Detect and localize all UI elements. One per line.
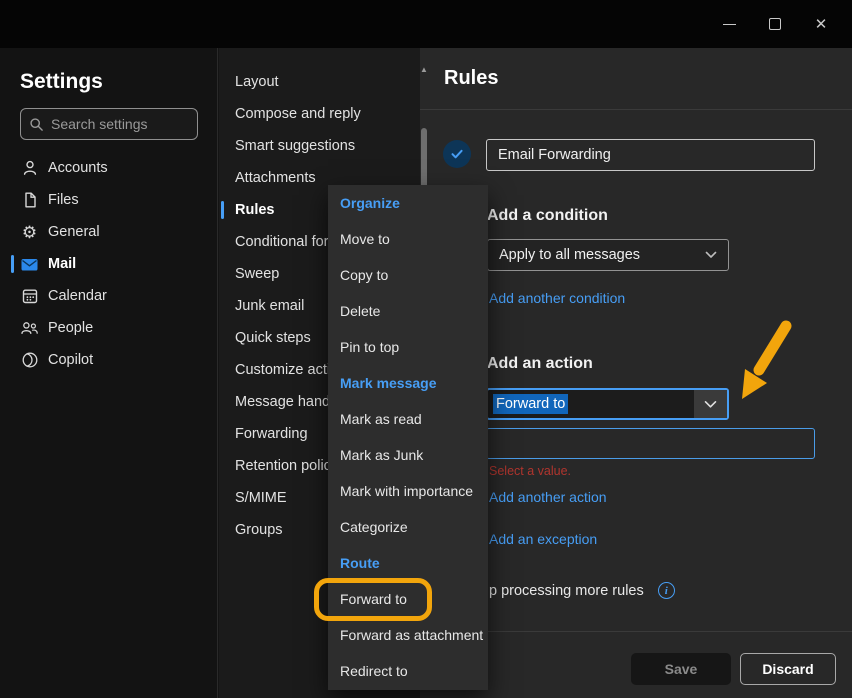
nav-item-smart-suggestions[interactable]: Smart suggestions — [219, 130, 420, 162]
menu-item-move-to[interactable]: Move to — [328, 221, 488, 257]
close-button[interactable]: ✕ — [798, 0, 844, 48]
sidebar-item-calendar[interactable]: Calendar — [0, 280, 218, 312]
menu-item-mark-as-read[interactable]: Mark as read — [328, 401, 488, 437]
sidebar-item-label: Calendar — [48, 288, 107, 304]
stop-processing-label: p processing more rules — [489, 583, 644, 599]
condition-select[interactable]: Apply to all messages — [487, 239, 729, 271]
search-icon — [29, 117, 44, 132]
sidebar-item-label: People — [48, 320, 93, 336]
action-heading: Add an action — [487, 355, 593, 373]
menu-item-pin-to-top[interactable]: Pin to top — [328, 329, 488, 365]
search-settings-box[interactable] — [20, 108, 198, 140]
condition-heading: Add a condition — [487, 207, 608, 225]
menu-item-forward-to[interactable]: Forward to — [328, 581, 488, 617]
rule-name-input[interactable] — [486, 139, 815, 171]
sidebar-item-label: Files — [48, 192, 79, 208]
sidebar-item-label: Accounts — [48, 160, 108, 176]
add-an-exception-link[interactable]: Add an exception — [489, 531, 597, 547]
info-icon[interactable]: i — [658, 582, 675, 599]
maximize-button[interactable] — [752, 0, 798, 48]
sidebar-item-files[interactable]: Files — [0, 184, 218, 216]
forward-to-value-input[interactable] — [486, 428, 815, 459]
settings-window: ✕ Settings Accounts Files ⚙ General — [0, 0, 852, 698]
condition-select-value: Apply to all messages — [499, 247, 640, 263]
sidebar-item-general[interactable]: ⚙ General — [0, 216, 218, 248]
calendar-icon — [20, 287, 39, 306]
sidebar-item-label: General — [48, 224, 100, 240]
sidebar-item-label: Copilot — [48, 352, 93, 368]
rule-enabled-toggle[interactable] — [443, 140, 471, 168]
nav-item-layout[interactable]: Layout — [219, 66, 420, 98]
titlebar: ✕ — [0, 0, 852, 48]
rules-title: Rules — [444, 67, 498, 90]
sidebar-item-copilot[interactable]: Copilot — [0, 344, 218, 376]
sidebar-item-mail[interactable]: Mail — [0, 248, 218, 280]
action-dropdown-menu: Organize Move to Copy to Delete Pin to t… — [328, 185, 488, 690]
people-icon — [20, 319, 39, 338]
minimize-button[interactable] — [706, 0, 752, 48]
close-icon: ✕ — [815, 15, 828, 33]
file-icon — [20, 191, 39, 210]
action-select-value: Forward to — [493, 394, 568, 414]
add-another-action-link[interactable]: Add another action — [489, 489, 607, 505]
action-select[interactable]: Forward to — [486, 388, 729, 420]
discard-button[interactable]: Discard — [740, 653, 836, 685]
nav-item-compose-and-reply[interactable]: Compose and reply — [219, 98, 420, 130]
validation-error: Select a value. — [489, 464, 571, 478]
menu-item-redirect-to[interactable]: Redirect to — [328, 653, 488, 689]
action-select-dropdown-button[interactable] — [694, 390, 727, 418]
menu-item-mark-with-importance[interactable]: Mark with importance — [328, 473, 488, 509]
minimize-icon — [723, 24, 736, 25]
menu-header-route: Route — [328, 545, 488, 581]
mail-icon — [20, 255, 39, 274]
menu-item-categorize[interactable]: Categorize — [328, 509, 488, 545]
check-icon — [449, 146, 465, 162]
maximize-icon — [769, 18, 781, 30]
menu-item-copy-to[interactable]: Copy to — [328, 257, 488, 293]
scroll-up-icon[interactable]: ▲ — [419, 66, 429, 74]
person-icon — [20, 159, 39, 178]
menu-header-mark-message: Mark message — [328, 365, 488, 401]
menu-header-organize: Organize — [328, 185, 488, 221]
chevron-down-icon — [705, 251, 717, 259]
menu-item-delete[interactable]: Delete — [328, 293, 488, 329]
rules-panel-header: Rules — [420, 48, 852, 110]
copilot-icon — [20, 351, 39, 370]
sidebar-item-people[interactable]: People — [0, 312, 218, 344]
page-title: Settings — [20, 70, 217, 94]
menu-item-mark-as-junk[interactable]: Mark as Junk — [328, 437, 488, 473]
search-input[interactable] — [51, 116, 189, 132]
sidebar-item-label: Mail — [48, 256, 76, 272]
chevron-down-icon — [704, 400, 717, 409]
menu-item-forward-as-attachment[interactable]: Forward as attachment — [328, 617, 488, 653]
sidebar-item-accounts[interactable]: Accounts — [0, 152, 218, 184]
save-button[interactable]: Save — [631, 653, 731, 685]
add-another-condition-link[interactable]: Add another condition — [489, 290, 625, 306]
settings-sidebar: Settings Accounts Files ⚙ General Mail — [0, 48, 218, 698]
gear-icon: ⚙ — [20, 223, 39, 242]
